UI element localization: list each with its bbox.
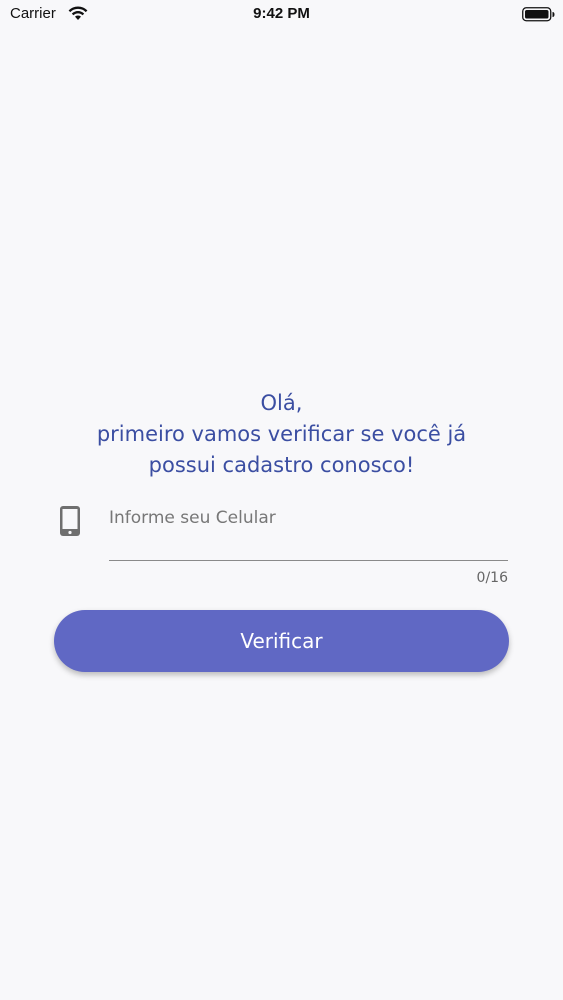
status-time: 9:42 PM (253, 5, 310, 22)
greeting-heading: Olá, primeiro vamos verificar se você já… (0, 388, 563, 481)
character-counter: 0/16 (476, 570, 508, 586)
smartphone-icon (59, 505, 81, 541)
status-bar: Carrier 9:42 PM (0, 0, 563, 30)
greeting-line-register: possui cadastro conosco! (148, 453, 415, 477)
greeting-line-verify: primeiro vamos verificar se você já (96, 422, 467, 446)
battery-icon (522, 7, 555, 26)
phone-field[interactable] (109, 500, 508, 561)
verify-button[interactable]: Verificar (54, 610, 509, 672)
phone-input[interactable] (109, 500, 508, 528)
greeting-line-hello: Olá, (260, 391, 303, 415)
